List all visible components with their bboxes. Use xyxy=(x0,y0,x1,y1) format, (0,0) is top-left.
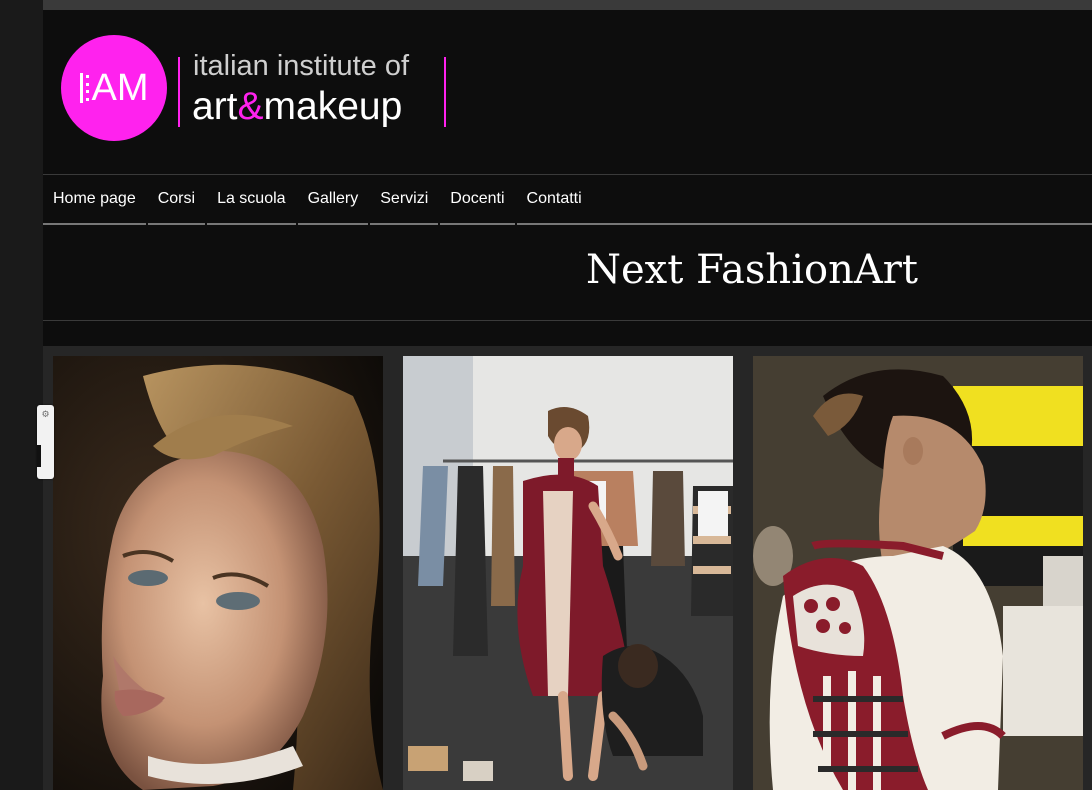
logo-line2-makeup: makeup xyxy=(263,85,403,128)
nav-item-home[interactable]: Home page xyxy=(43,175,146,225)
logo-mark-text: AM xyxy=(91,67,149,109)
photo-gallery xyxy=(43,346,1092,790)
logo-line1: italian institute of xyxy=(193,50,410,82)
logo-mark-dots xyxy=(85,75,89,101)
logo-line2-amp: & xyxy=(237,85,264,128)
gallery-image-backstage[interactable] xyxy=(403,356,733,790)
floating-side-widget[interactable]: ⚙ xyxy=(37,405,54,479)
nav-item-servizi[interactable]: Servizi xyxy=(370,175,439,225)
logo-circle: AM xyxy=(61,35,167,141)
page: AM italian institute of art&makeup Home … xyxy=(43,0,1092,790)
nav-item-gallery[interactable]: Gallery xyxy=(297,175,369,225)
left-gutter xyxy=(0,0,43,790)
logo-line2: art&makeup xyxy=(192,87,402,126)
nav-item-corsi[interactable]: Corsi xyxy=(147,175,206,225)
logo-line2-art: art xyxy=(192,85,238,128)
logo-divider-left xyxy=(178,57,180,127)
top-strip xyxy=(43,0,1092,10)
nav-item-la-scuola[interactable]: La scuola xyxy=(207,175,296,225)
gallery-image-profile[interactable] xyxy=(753,356,1083,790)
widget-slot xyxy=(37,445,41,467)
logo-divider-right xyxy=(444,57,446,127)
main-nav: Home page Corsi La scuola Gallery Serviz… xyxy=(43,175,594,225)
nav-bottom-rule xyxy=(592,223,1092,225)
nav-item-contatti[interactable]: Contatti xyxy=(516,175,592,225)
title-rule xyxy=(43,320,1092,321)
nav-item-docenti[interactable]: Docenti xyxy=(440,175,515,225)
gallery-image-portrait[interactable] xyxy=(53,356,383,790)
logo-mark: AM xyxy=(79,67,149,109)
wrench-icon: ⚙ xyxy=(41,410,50,420)
site-logo[interactable]: AM italian institute of art&makeup xyxy=(61,35,451,145)
page-title: Next FashionArt xyxy=(586,247,918,293)
logo-mark-bar xyxy=(79,73,83,103)
